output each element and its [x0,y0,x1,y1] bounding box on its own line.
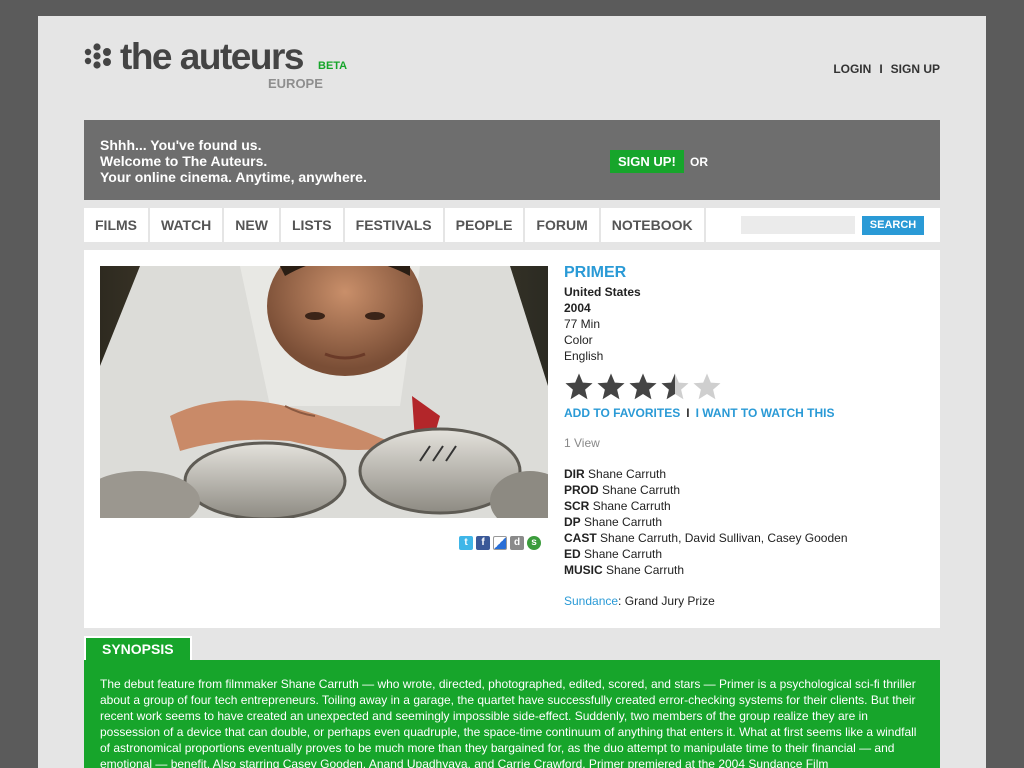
promo-signup-button[interactable]: SIGN UP! [610,150,684,173]
credit-role: DP [564,515,581,529]
film-runtime: 77 Min [564,317,601,331]
search-input[interactable] [741,216,855,234]
credit-names[interactable]: Shane Carruth [588,467,666,481]
promo-line: Welcome to The Auteurs. [100,153,268,169]
film-still-image[interactable] [100,266,548,518]
credit-row: DP Shane Carruth [564,514,924,530]
logo-dots-icon [84,43,111,69]
credit-role: MUSIC [564,563,603,577]
nav-item-new[interactable]: NEW [224,208,281,242]
star-icon[interactable] [692,372,722,402]
synopsis-heading: SYNOPSIS [84,636,192,660]
view-count: 1 View [564,436,600,450]
credit-names[interactable]: Shane Carruth, David Sullivan, Casey Goo… [600,531,847,545]
rating-stars[interactable] [564,372,924,404]
credit-role: ED [564,547,581,561]
want-to-watch-link[interactable]: I WANT TO WATCH THIS [696,406,835,420]
credit-row: PROD Shane Carruth [564,482,924,498]
digg-icon[interactable]: d [510,536,524,550]
credit-role: PROD [564,483,599,497]
logo-wordmark: the auteurs [120,36,304,77]
page: the auteurs BETA EUROPE LOGIN I SIGN UP … [38,16,986,768]
twitter-icon[interactable]: t [459,536,473,550]
signup-link[interactable]: SIGN UP [891,62,940,76]
credit-role: SCR [564,499,590,513]
credit-row: SCR Shane Carruth [564,498,924,514]
promo-banner: Shhh... You've found us. Welcome to The … [84,120,940,200]
credit-row: MUSIC Shane Carruth [564,562,924,578]
film-language: English [564,349,604,363]
credit-row: ED Shane Carruth [564,546,924,562]
film-panel: t f d s PRIMER United States 2004 77 Min… [84,250,940,628]
auth-links: LOGIN I SIGN UP [833,62,940,76]
nav-item-forum[interactable]: FORUM [525,208,601,242]
nav-item-people[interactable]: PEOPLE [445,208,526,242]
nav-item-notebook[interactable]: NOTEBOOK [601,208,706,242]
award-festival-link[interactable]: Sundance [564,594,618,608]
credit-role: DIR [564,467,585,481]
star-icon[interactable] [660,372,690,402]
auth-separator: I [879,62,883,76]
credit-names[interactable]: Shane Carruth [593,499,671,513]
nav-item-lists[interactable]: LISTS [281,208,345,242]
credit-names[interactable]: Shane Carruth [606,563,684,577]
share-icons: t f d s [459,536,541,550]
credit-role: CAST [564,531,597,545]
synopsis-panel: The debut feature from filmmaker Shane C… [84,660,940,768]
credit-row: DIR Shane Carruth [564,466,924,482]
stumbleupon-icon[interactable]: s [527,536,541,550]
credit-names[interactable]: Shane Carruth [584,547,662,561]
film-color: Color [564,333,593,347]
promo-line: Your online cinema. Anytime, anywhere. [100,169,367,185]
star-icon[interactable] [628,372,658,402]
login-link[interactable]: LOGIN [833,62,871,76]
film-country[interactable]: United States [564,284,924,300]
award-separator: : [618,594,622,608]
search-button[interactable]: SEARCH [862,216,924,235]
credits-list: DIR Shane Carruth PROD Shane Carruth SCR… [564,466,924,578]
credit-row: CAST Shane Carruth, David Sullivan, Case… [564,530,924,546]
film-year[interactable]: 2004 [564,300,924,316]
facebook-icon[interactable]: f [476,536,490,550]
film-actions: ADD TO FAVORITES I I WANT TO WATCH THIS [564,406,924,420]
nav-item-films[interactable]: FILMS [84,208,150,242]
award-line: Sundance: Grand Jury Prize [564,594,924,608]
film-still-illustration [100,266,548,518]
action-separator: I [686,406,690,420]
film-info: PRIMER United States 2004 77 Min Color E… [564,264,924,608]
promo-line: Shhh... You've found us. [100,137,262,153]
promo-or-label: OR [690,155,708,169]
star-icon[interactable] [596,372,626,402]
promo-text: Shhh... You've found us. Welcome to The … [100,137,367,185]
film-title[interactable]: PRIMER [564,264,924,282]
credit-names[interactable]: Shane Carruth [602,483,680,497]
beta-badge: BETA [318,60,348,72]
award-prize: Grand Jury Prize [624,594,715,608]
nav-item-festivals[interactable]: FESTIVALS [345,208,445,242]
credit-names[interactable]: Shane Carruth [584,515,662,529]
main-nav: FILMS WATCH NEW LISTS FESTIVALS PEOPLE F… [84,208,940,242]
star-icon[interactable] [564,372,594,402]
region-label: EUROPE [268,76,323,91]
nav-item-watch[interactable]: WATCH [150,208,225,242]
add-to-favorites-link[interactable]: ADD TO FAVORITES [564,406,680,420]
synopsis-text: The debut feature from filmmaker Shane C… [100,677,917,768]
delicious-icon[interactable] [493,536,507,550]
